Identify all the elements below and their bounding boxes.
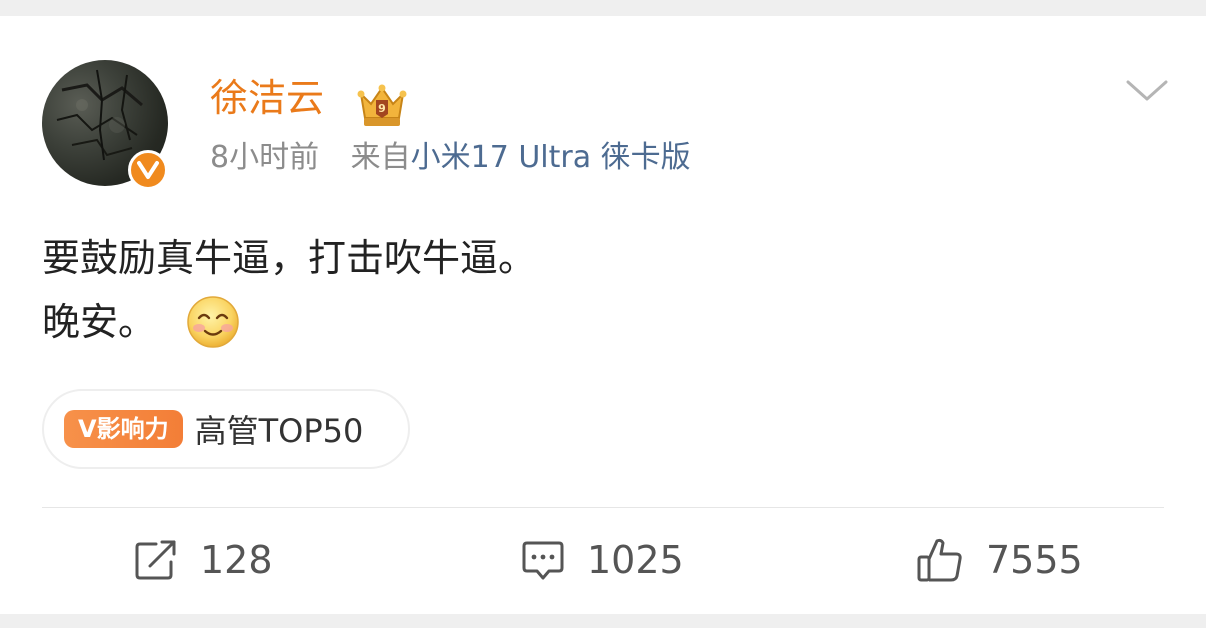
repost-count: 128 [200,538,273,582]
post-text-line: 要鼓励真牛逼，打击吹牛逼。 [42,236,537,280]
thumbs-up-icon [917,538,962,582]
comment-button[interactable]: 1025 [521,532,684,588]
smiley-emoji-icon [186,295,240,349]
post-text: 晚安。 [42,300,157,344]
repost-icon [135,540,176,580]
crown-badge-icon[interactable]: 9 [355,82,409,132]
post-meta: 8小时前 来自小米17 Ultra 徕卡版 [210,138,691,178]
comment-count: 1025 [587,538,684,582]
verified-v-icon [128,150,168,190]
chevron-down-icon[interactable] [1124,78,1170,104]
comment-icon [522,541,564,580]
influence-ranking-pill[interactable]: V影响力 高管TOP50 [42,389,410,469]
author-name[interactable]: 徐洁云 [210,74,324,122]
like-count: 7555 [986,538,1083,582]
post-content: 要鼓励真牛逼，打击吹牛逼。 晚安。 [42,226,536,354]
device-link[interactable]: 小米17 Ultra 徕卡版 [411,140,691,175]
post-time: 8小时前 [210,140,320,175]
source-prefix: 来自 [350,140,411,175]
influence-badge: V影响力 [64,410,183,448]
post-text-line-2: 晚安。 [42,290,536,354]
influence-label: 高管TOP50 [194,412,364,450]
like-button[interactable]: 7555 [916,532,1083,588]
repost-button[interactable]: 128 [134,532,273,588]
divider [42,507,1164,508]
weibo-post-card: 徐洁云 9 8小时前 来自小米17 Ultra 徕卡版 要鼓励真牛逼，打击吹牛逼… [0,16,1206,614]
svg-text:9: 9 [378,102,386,115]
